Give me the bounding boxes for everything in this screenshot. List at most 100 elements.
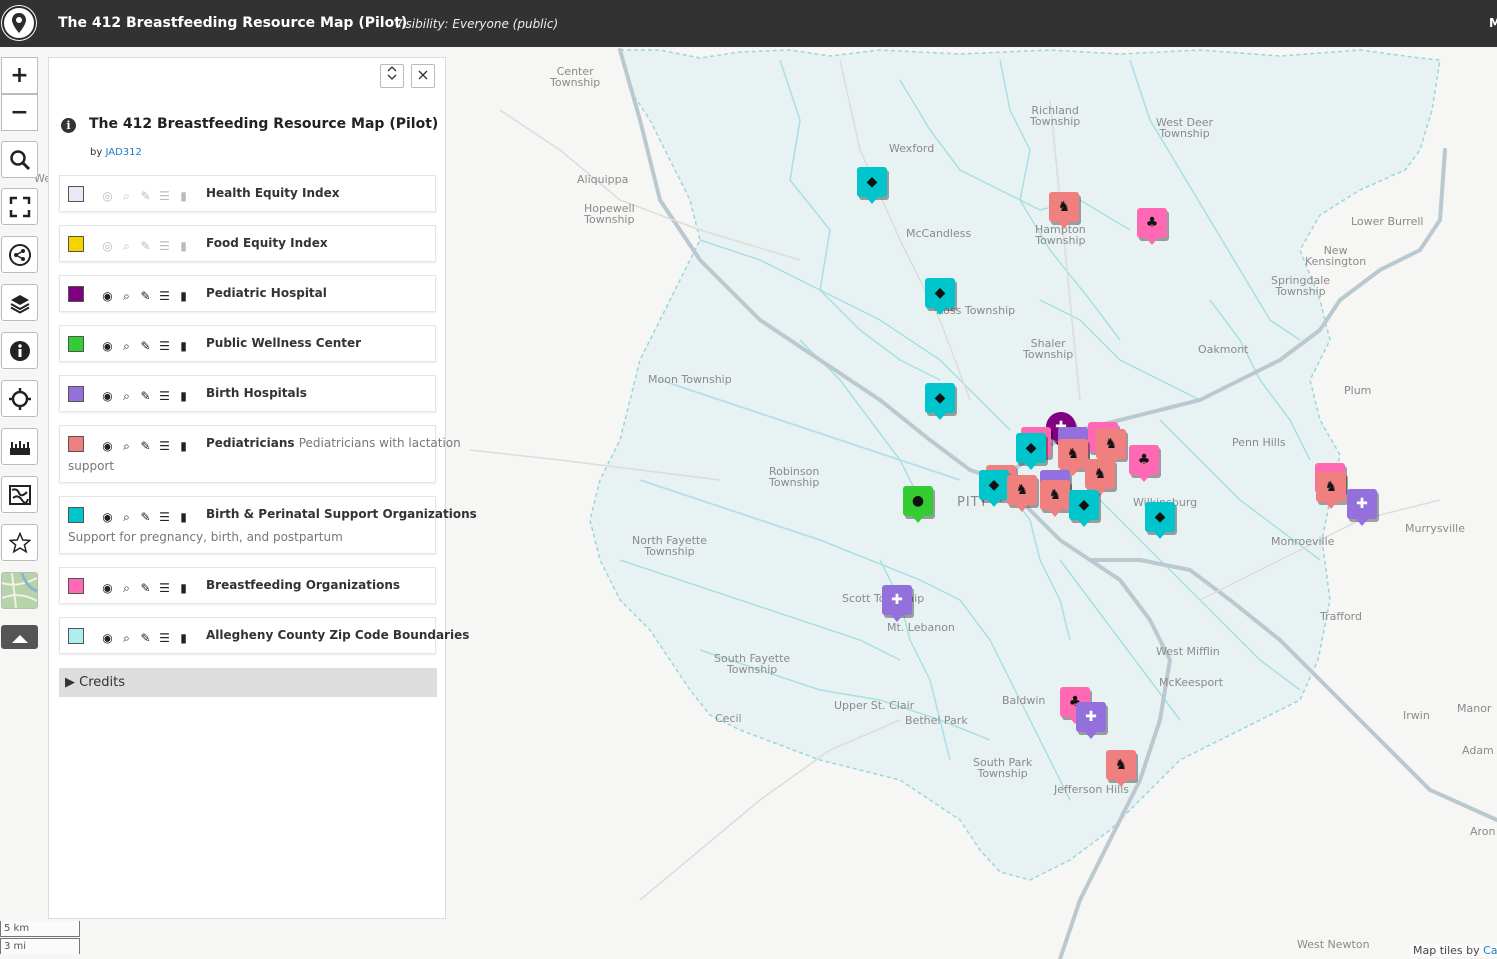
map-marker[interactable]: ♞ — [1316, 472, 1346, 509]
eye-icon[interactable]: ◉ — [98, 439, 117, 453]
zoom-to-layer-icon[interactable]: ⌕ — [117, 239, 136, 254]
map-header-title[interactable]: The 412 Breastfeeding Resource Map (Pilo… — [58, 15, 407, 31]
trash-icon[interactable]: ▮ — [174, 339, 193, 353]
table-icon[interactable]: ☰ — [155, 189, 174, 203]
map-marker[interactable]: ✚ — [1347, 489, 1377, 526]
trash-icon[interactable]: ▮ — [174, 289, 193, 303]
edit-pencil-icon[interactable]: ✎ — [136, 581, 155, 595]
table-icon[interactable]: ☰ — [155, 439, 174, 453]
panel-close-button[interactable] — [411, 64, 435, 88]
map-marker[interactable]: ♞ — [1007, 475, 1037, 512]
layers-button[interactable] — [1, 284, 38, 321]
edit-pencil-icon[interactable]: ✎ — [136, 389, 155, 403]
trash-icon[interactable]: ▮ — [174, 510, 193, 524]
trash-icon[interactable]: ▮ — [174, 581, 193, 595]
edit-pencil-icon[interactable]: ✎ — [136, 510, 155, 524]
panel-resize-button[interactable] — [380, 64, 404, 88]
map-marker[interactable]: ♞ — [1058, 439, 1088, 476]
trash-icon[interactable]: ▮ — [174, 189, 193, 203]
scale-mi: 3 mi — [0, 938, 80, 954]
zoom-in-button[interactable]: + — [1, 57, 38, 94]
fullscreen-button[interactable] — [1, 188, 38, 225]
eye-icon[interactable]: ◉ — [98, 631, 117, 645]
layer-row-food-equity-index[interactable]: ◎ ⌕ ✎ ☰ ▮ Food Equity Index — [59, 225, 436, 262]
zoom-to-layer-icon[interactable]: ⌕ — [117, 510, 136, 525]
eye-slash-icon[interactable]: ◎ — [98, 189, 117, 203]
layer-name: Health Equity Index — [206, 186, 340, 200]
trash-icon[interactable]: ▮ — [174, 389, 193, 403]
header-menu-link[interactable]: M — [1489, 16, 1497, 30]
map-marker[interactable]: ♣ — [1137, 208, 1167, 245]
eye-icon[interactable]: ◉ — [98, 581, 117, 595]
layer-row-health-equity-index[interactable]: ◎ ⌕ ✎ ☰ ▮ Health Equity Index — [59, 175, 436, 212]
map-marker[interactable]: ◆ — [1069, 490, 1099, 527]
layer-row-breastfeeding-organizations[interactable]: ◉ ⌕ ✎ ☰ ▮ Breastfeeding Organizations — [59, 567, 436, 604]
map-marker[interactable]: ♞ — [1049, 192, 1079, 229]
search-button[interactable] — [1, 141, 38, 178]
info-button[interactable] — [1, 332, 38, 369]
edit-pencil-icon[interactable]: ✎ — [136, 339, 155, 353]
map-marker[interactable]: ◆ — [925, 278, 955, 315]
table-icon[interactable]: ☰ — [155, 510, 174, 524]
eye-icon[interactable]: ◉ — [98, 389, 117, 403]
table-icon[interactable]: ☰ — [155, 289, 174, 303]
map-marker[interactable]: ● — [903, 486, 933, 523]
map-marker[interactable]: ◆ — [979, 470, 1009, 507]
table-icon[interactable]: ☰ — [155, 389, 174, 403]
map-marker[interactable]: ♞ — [1085, 459, 1115, 496]
zoom-to-layer-icon[interactable]: ⌕ — [117, 289, 136, 304]
map-marker[interactable]: ♣ — [1129, 445, 1159, 482]
zoom-to-layer-icon[interactable]: ⌕ — [117, 439, 136, 454]
edit-pencil-icon[interactable]: ✎ — [136, 439, 155, 453]
edit-pencil-icon[interactable]: ✎ — [136, 289, 155, 303]
table-icon[interactable]: ☰ — [155, 239, 174, 253]
map-marker[interactable]: ♞ — [1106, 750, 1136, 787]
map-marker[interactable]: ♞ — [1040, 480, 1070, 517]
eye-icon[interactable]: ◉ — [98, 289, 117, 303]
layer-row-birth-hospitals[interactable]: ◉ ⌕ ✎ ☰ ▮ Birth Hospitals — [59, 375, 436, 412]
map-marker[interactable]: ♞ — [1096, 429, 1126, 466]
favorite-button[interactable] — [1, 524, 38, 561]
layer-row-zip-code-boundaries[interactable]: ◉ ⌕ ✎ ☰ ▮ Allegheny County Zip Code Boundari… — [59, 617, 469, 654]
edit-pencil-icon[interactable]: ✎ — [136, 239, 155, 253]
map-marker[interactable]: ◆ — [925, 383, 955, 420]
zoom-to-layer-icon[interactable]: ⌕ — [117, 581, 136, 596]
eye-icon[interactable]: ◉ — [98, 510, 117, 524]
table-icon[interactable]: ☰ — [155, 631, 174, 645]
edit-map-button[interactable] — [1, 476, 38, 513]
locate-button[interactable] — [1, 380, 38, 417]
map-marker[interactable]: ◆ — [857, 167, 887, 204]
share-button[interactable] — [1, 236, 38, 273]
map-marker[interactable]: ✚ — [882, 585, 912, 622]
collapse-toolbar-button[interactable] — [1, 625, 38, 649]
map-marker[interactable]: ◆ — [1145, 502, 1175, 539]
layer-row-birth-perinatal-support[interactable]: ◉ ⌕ ✎ ☰ ▮ Birth & Perinatal Support Organiza… — [59, 496, 477, 554]
umap-logo-icon[interactable] — [1, 5, 37, 41]
rocking-horse-icon: ♞ — [1048, 487, 1062, 503]
eye-slash-icon[interactable]: ◎ — [98, 239, 117, 253]
trash-icon[interactable]: ▮ — [174, 239, 193, 253]
table-icon[interactable]: ☰ — [155, 581, 174, 595]
table-icon[interactable]: ☰ — [155, 339, 174, 353]
eye-icon[interactable]: ◉ — [98, 339, 117, 353]
layer-row-pediatricians[interactable]: ◉ ⌕ ✎ ☰ ▮ Pediatricians Pediatricians with l… — [59, 425, 461, 483]
measure-button[interactable] — [1, 428, 38, 465]
map-marker[interactable]: ◆ — [1016, 433, 1046, 470]
edit-pencil-icon[interactable]: ✎ — [136, 631, 155, 645]
zoom-to-layer-icon[interactable]: ⌕ — [117, 189, 136, 204]
zoom-to-layer-icon[interactable]: ⌕ — [117, 389, 136, 404]
layer-color-swatch — [68, 436, 84, 452]
author-link[interactable]: JAD312 — [105, 147, 141, 158]
basemap-switcher-button[interactable] — [1, 572, 38, 609]
trash-icon[interactable]: ▮ — [174, 439, 193, 453]
map-marker[interactable]: ✚ — [1076, 702, 1106, 739]
zoom-to-layer-icon[interactable]: ⌕ — [117, 339, 136, 354]
edit-pencil-icon[interactable]: ✎ — [136, 189, 155, 203]
credits-toggle[interactable]: ▶ Credits — [59, 668, 437, 697]
trash-icon[interactable]: ▮ — [174, 631, 193, 645]
layer-row-public-wellness-center[interactable]: ◉ ⌕ ✎ ☰ ▮ Public Wellness Center — [59, 325, 436, 362]
zoom-out-button[interactable]: − — [1, 94, 38, 131]
attribution-link[interactable]: Car — [1483, 944, 1497, 957]
layer-row-pediatric-hospital[interactable]: ◉ ⌕ ✎ ☰ ▮ Pediatric Hospital — [59, 275, 436, 312]
zoom-to-layer-icon[interactable]: ⌕ — [117, 631, 136, 646]
